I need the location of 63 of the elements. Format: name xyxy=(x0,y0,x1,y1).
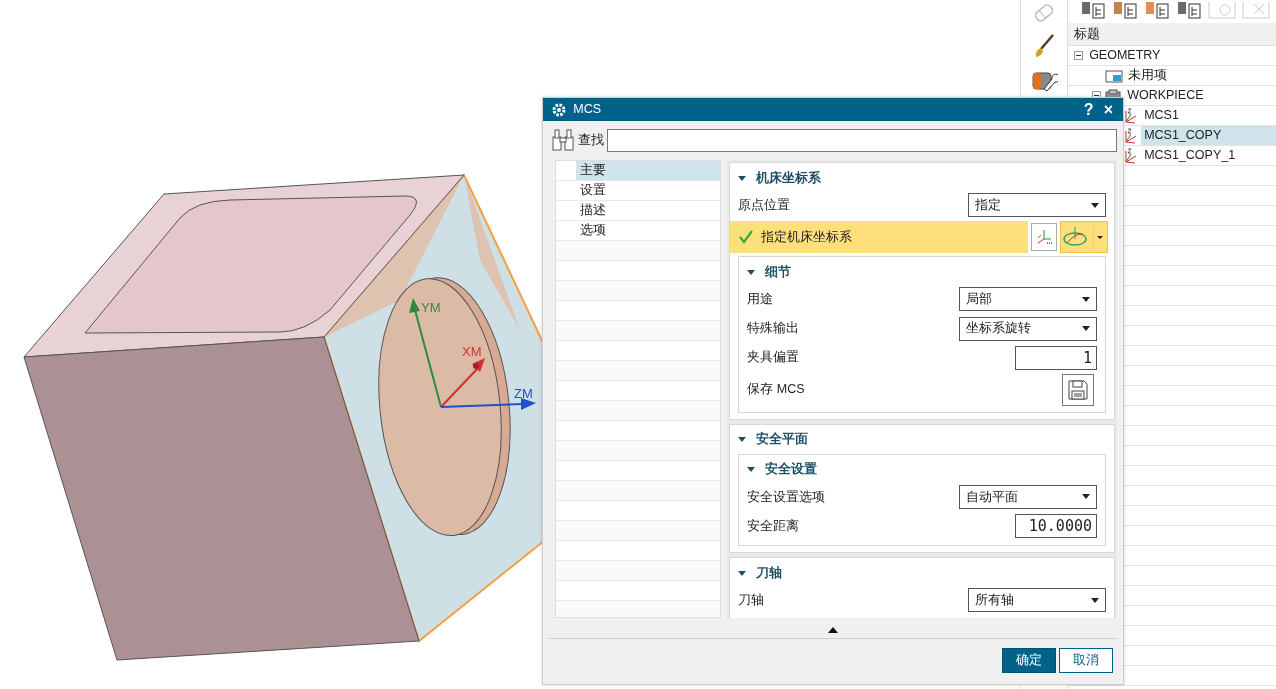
tree-item[interactable]: WORKPIECE xyxy=(1124,86,1207,105)
field-label: 刀轴 xyxy=(738,591,765,609)
collapse-caret-icon[interactable] xyxy=(738,175,747,181)
cancel-button[interactable]: 取消 xyxy=(1059,648,1113,673)
dropdown[interactable]: 自动平面 xyxy=(959,484,1097,509)
coordinate-system-icon xyxy=(1123,127,1139,144)
binoculars-icon xyxy=(551,128,575,152)
number-field[interactable]: 10.0000 xyxy=(1015,514,1097,538)
collapse-caret-icon[interactable] xyxy=(738,437,747,443)
category-item[interactable]: 设置 xyxy=(576,181,610,200)
search-field[interactable] xyxy=(607,128,1117,152)
tree-item[interactable]: MCS1_COPY xyxy=(1141,126,1276,145)
group-title[interactable]: 安全平面 xyxy=(756,430,809,450)
axis-label: ZM xyxy=(514,386,533,401)
group-title[interactable]: 机床坐标系 xyxy=(756,168,822,188)
delete-node-icon[interactable] xyxy=(1242,2,1270,20)
tree-view-icon[interactable] xyxy=(1112,2,1138,20)
search-label: 查找 xyxy=(578,131,605,149)
folder-icon xyxy=(1105,68,1123,83)
number-field[interactable]: 1 xyxy=(1015,345,1097,370)
tree-item[interactable]: MCS1_COPY_1 xyxy=(1141,146,1239,165)
field-label: 保存 MCS xyxy=(747,381,805,399)
collapse-caret-icon[interactable] xyxy=(747,467,756,473)
add-node-icon[interactable] xyxy=(1208,2,1236,20)
column-header: 标题 xyxy=(1074,25,1100,43)
gear-icon xyxy=(551,101,567,118)
dialog-title: MCS xyxy=(573,101,603,119)
tree-item[interactable]: MCS1 xyxy=(1141,106,1182,125)
category-item[interactable]: 描述 xyxy=(576,201,610,220)
collapse-caret-icon[interactable] xyxy=(747,269,756,275)
collapse-caret-icon[interactable] xyxy=(738,570,747,576)
category-item[interactable]: 选项 xyxy=(576,221,610,240)
save-button[interactable] xyxy=(1061,373,1094,406)
collapse-arrow-icon[interactable] xyxy=(828,627,838,633)
field-label: 特殊输出 xyxy=(747,320,800,338)
tree-item[interactable]: GEOMETRY xyxy=(1086,46,1164,65)
tree-view-icon[interactable] xyxy=(1176,2,1202,20)
csys-type-button[interactable] xyxy=(1059,221,1108,254)
field-label: 安全设置选项 xyxy=(747,488,826,506)
coordinate-system-icon xyxy=(1123,147,1139,164)
group-title[interactable]: 刀轴 xyxy=(756,563,783,583)
group-title[interactable]: 细节 xyxy=(765,262,792,282)
help-button[interactable]: ? xyxy=(1081,101,1096,118)
axis-label: YM xyxy=(421,300,441,315)
field-label: 用途 xyxy=(747,291,774,308)
dropdown[interactable]: 指定 xyxy=(968,193,1106,218)
group-title[interactable]: 安全设置 xyxy=(765,460,818,480)
field-label: 安全距离 xyxy=(747,517,800,535)
axis-label: XM xyxy=(462,344,482,359)
coordinate-system-icon xyxy=(1123,107,1139,124)
dropdown[interactable]: 坐标系旋转 xyxy=(959,316,1097,341)
close-button[interactable]: × xyxy=(1101,101,1115,118)
dropdown[interactable]: 所有轴 xyxy=(968,588,1106,613)
field-label: 指定机床坐标系 xyxy=(760,228,852,246)
tree-view-icon[interactable] xyxy=(1144,2,1170,20)
tree-item[interactable]: 未用项 xyxy=(1125,66,1171,85)
expand-toggle[interactable] xyxy=(1074,51,1083,60)
dropdown[interactable]: 局部 xyxy=(959,287,1097,312)
category-item[interactable]: 主要 xyxy=(576,161,720,180)
field-label: 原点位置 xyxy=(738,196,791,214)
field-label: 夹具偏置 xyxy=(747,349,800,367)
tree-view-icon[interactable] xyxy=(1080,2,1106,20)
ok-button[interactable]: 确定 xyxy=(1001,648,1056,673)
